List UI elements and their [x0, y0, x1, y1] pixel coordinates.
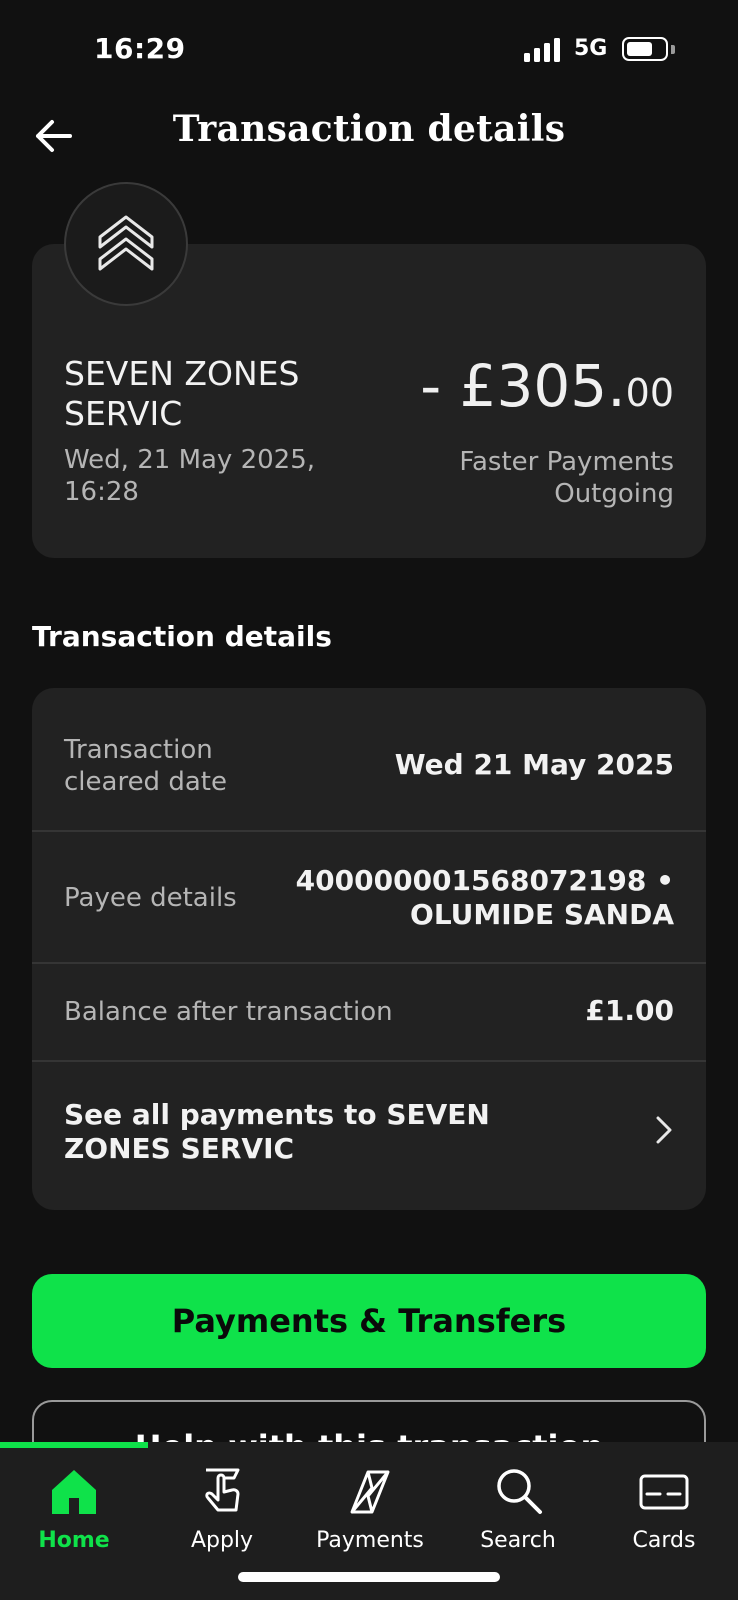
card-icon — [639, 1474, 689, 1510]
nav-label: Search — [480, 1528, 556, 1553]
amount-pence: 00 — [625, 371, 674, 415]
payments-transfers-button[interactable]: Payments & Transfers — [32, 1274, 706, 1368]
battery-cap — [671, 45, 675, 54]
payment-type: Faster Payments Outgoing — [459, 447, 674, 509]
signal-icon — [524, 38, 564, 62]
nav-search[interactable]: Search — [444, 1456, 592, 1566]
nav-payments[interactable]: Payments — [296, 1456, 444, 1566]
detail-label: Transaction cleared date — [64, 735, 227, 797]
battery-icon — [622, 37, 668, 61]
status-time: 16:29 — [94, 32, 186, 65]
see-all-payments-label: See all payments to SEVEN ZONES SERVIC — [64, 1098, 490, 1165]
merchant-name: SEVEN ZONES SERVIC — [64, 354, 300, 433]
arrow-left-icon — [36, 120, 72, 152]
chevron-right-icon — [656, 1116, 672, 1144]
nav-apply[interactable]: Apply — [148, 1456, 296, 1566]
active-tab-indicator — [0, 1442, 148, 1448]
apply-hand-icon — [205, 1468, 240, 1512]
status-bar: 16:29 5G — [0, 0, 738, 100]
back-button[interactable] — [30, 112, 78, 160]
nav-home[interactable]: Home — [0, 1456, 148, 1566]
transaction-details-card: Transaction cleared date Wed 21 May 2025… — [32, 688, 706, 1210]
section-title: Transaction details — [32, 620, 332, 653]
cleared-date-row: Transaction cleared date Wed 21 May 2025 — [32, 688, 706, 832]
chevron-stack-up-icon — [98, 215, 154, 271]
balance-row: Balance after transaction £1.00 — [32, 964, 706, 1062]
nav-label: Payments — [316, 1528, 424, 1553]
see-all-payments-row[interactable]: See all payments to SEVEN ZONES SERVIC — [32, 1062, 706, 1210]
payee-details-row: Payee details 400000001568072198 • OLUMI… — [32, 832, 706, 964]
nav-label: Home — [38, 1528, 110, 1553]
amount-main: - £305. — [420, 352, 626, 420]
detail-value: Wed 21 May 2025 — [394, 748, 674, 781]
detail-value: £1.00 — [585, 994, 674, 1027]
payments-arrows-icon — [350, 1470, 390, 1514]
detail-value: 400000001568072198 • OLUMIDE SANDA — [295, 864, 674, 931]
home-indicator[interactable] — [238, 1572, 500, 1582]
home-icon — [52, 1470, 96, 1514]
network-type: 5G — [574, 36, 608, 61]
transaction-datetime: Wed, 21 May 2025, 16:28 — [64, 445, 316, 507]
search-icon — [497, 1469, 542, 1514]
transaction-amount: - £305.00 — [420, 352, 674, 420]
nav-cards[interactable]: Cards — [590, 1456, 738, 1566]
page-title: Transaction details — [172, 108, 566, 150]
merchant-logo — [64, 182, 188, 306]
nav-label: Cards — [632, 1528, 696, 1553]
detail-label: Payee details — [64, 883, 237, 913]
nav-label: Apply — [190, 1528, 254, 1553]
detail-label: Balance after transaction — [64, 997, 393, 1027]
